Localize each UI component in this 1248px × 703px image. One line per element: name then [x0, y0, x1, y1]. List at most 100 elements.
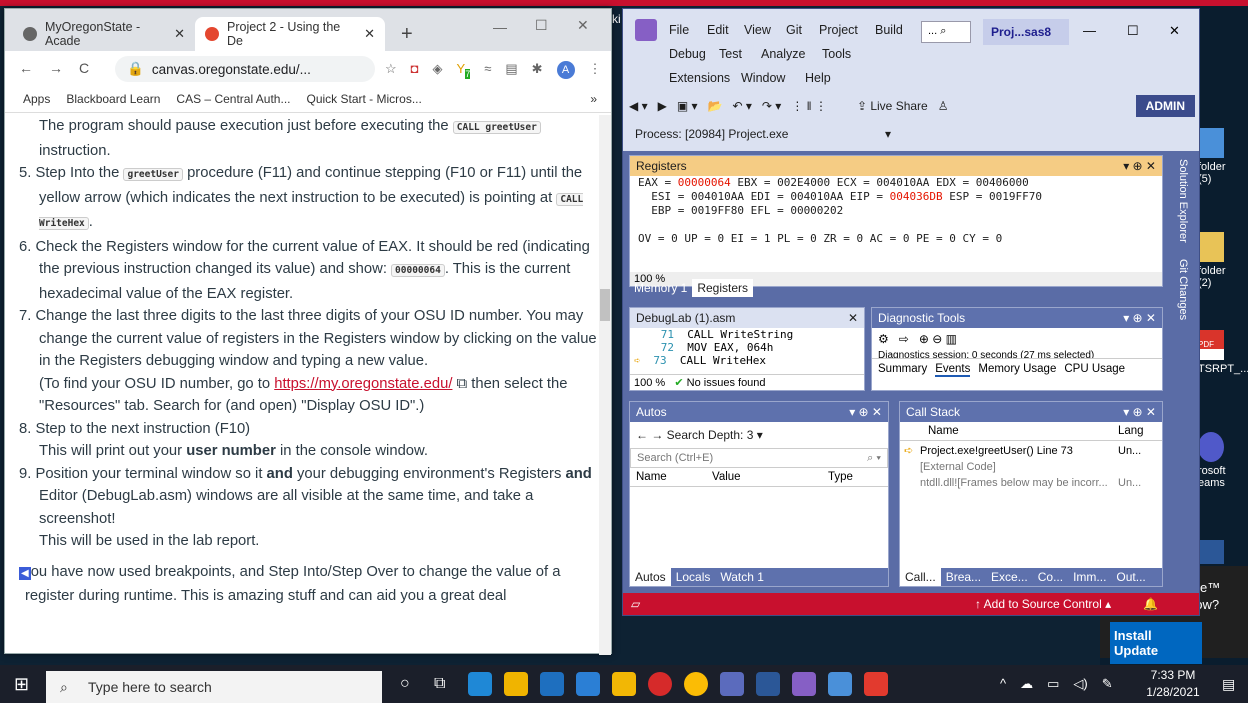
- close-icon[interactable]: ▾ ⊕ ✕: [849, 405, 882, 419]
- extension-icon[interactable]: ◘: [411, 61, 419, 79]
- battery-icon[interactable]: ▭: [1047, 676, 1059, 692]
- menu-help[interactable]: Help: [805, 71, 831, 85]
- osu-link[interactable]: https://my.oregonstate.edu/: [274, 376, 452, 392]
- search-depth[interactable]: ← → Search Depth: 3 ▾: [630, 422, 888, 448]
- save-icon[interactable]: ▣ ▾: [677, 99, 698, 113]
- scrollbar-thumb[interactable]: [600, 289, 610, 321]
- table-row[interactable]: ntdll.dll![Frames below may be incorr...…: [904, 475, 1158, 491]
- windows-start-icon[interactable]: ⊞: [14, 674, 29, 695]
- vs-close-button[interactable]: ✕: [1169, 23, 1180, 39]
- tab-exceptions[interactable]: Exce...: [986, 568, 1033, 586]
- close-icon[interactable]: ✕: [364, 26, 375, 42]
- y-extension-icon[interactable]: Y7: [457, 61, 471, 79]
- page-scrollbar[interactable]: [599, 115, 611, 655]
- tab-output[interactable]: Out...: [1111, 568, 1150, 586]
- tab-summary[interactable]: Summary: [878, 363, 927, 377]
- tab-cpu-usage[interactable]: CPU Usage: [1064, 363, 1125, 377]
- solution-name[interactable]: Proj...sas8: [983, 19, 1069, 45]
- teams-icon[interactable]: [720, 672, 744, 696]
- autos-search-input[interactable]: Search (Ctrl+E) ⌕ ▾: [630, 448, 888, 468]
- minimize-button[interactable]: —: [493, 19, 507, 35]
- forward-icon[interactable]: ▶: [658, 99, 667, 113]
- opera-icon[interactable]: [648, 672, 672, 696]
- tab-watch-1[interactable]: Watch 1: [715, 568, 769, 586]
- vs-minimize-button[interactable]: —: [1083, 23, 1096, 38]
- install-update-button[interactable]: Install Update: [1110, 622, 1202, 664]
- bookmarks-more[interactable]: »: [590, 92, 597, 106]
- cloud-icon[interactable]: ☁: [1020, 676, 1033, 692]
- table-row[interactable]: [External Code]: [904, 459, 1158, 475]
- app-icon-red[interactable]: [864, 672, 888, 696]
- menu-tools[interactable]: Tools: [822, 47, 851, 61]
- search-box[interactable]: ... ⌕: [921, 21, 971, 43]
- tab-breakpoints[interactable]: Brea...: [941, 568, 986, 586]
- output-icon[interactable]: ▱: [631, 597, 640, 611]
- reload-icon[interactable]: C: [79, 60, 89, 76]
- step-icons[interactable]: ⋮ ‖ ⋮: [791, 99, 827, 113]
- close-icon[interactable]: ▾ ⊕ ✕: [1123, 159, 1156, 173]
- tab-registers[interactable]: Registers: [692, 279, 754, 297]
- address-bar[interactable]: 🔒 canvas.oregonstate.edu/...: [115, 56, 375, 82]
- edge-icon[interactable]: [468, 672, 492, 696]
- desktop-pdf-file[interactable]: PDF TSRPT_...: [1198, 330, 1248, 375]
- admin-badge[interactable]: ADMIN: [1135, 95, 1195, 117]
- puzzle-icon[interactable]: ✱: [532, 61, 543, 79]
- word-icon[interactable]: [1198, 540, 1224, 564]
- vs-maximize-button[interactable]: ☐: [1127, 23, 1139, 39]
- tab-events[interactable]: Events: [935, 363, 971, 377]
- code-lines[interactable]: 71 CALL WriteString 72 MOV EAX, 064h ➪ 73…: [630, 328, 864, 367]
- mail-icon[interactable]: [576, 672, 600, 696]
- cortana-icon[interactable]: ○: [400, 675, 422, 693]
- forward-icon[interactable]: →: [49, 60, 63, 76]
- norton-icon[interactable]: [612, 672, 636, 696]
- process-select[interactable]: Process: [20984] Project.exe ▾: [631, 125, 891, 145]
- desktop-folder-5[interactable]: folder (5): [1198, 128, 1242, 185]
- menu-edit[interactable]: Edit: [707, 23, 729, 37]
- notification-center-icon[interactable]: ▤: [1222, 676, 1235, 693]
- menu-git[interactable]: Git: [786, 23, 802, 37]
- close-icon[interactable]: ▾ ⊕ ✕: [1123, 405, 1156, 419]
- menu-debug[interactable]: Debug: [669, 47, 706, 61]
- bookmark-apps[interactable]: Apps: [23, 92, 50, 106]
- menu-view[interactable]: View: [744, 23, 771, 37]
- bookmark-blackboard[interactable]: Blackboard Learn: [66, 92, 160, 106]
- chrome-icon[interactable]: [684, 672, 708, 696]
- taskbar-search[interactable]: ⌕ Type here to search: [46, 671, 382, 703]
- close-icon[interactable]: ▾ ⊕ ✕: [1123, 311, 1156, 325]
- reader-icon[interactable]: ▤: [505, 61, 517, 79]
- clock[interactable]: 7:33 PM 1/28/2021: [1140, 667, 1206, 701]
- tab-project-2[interactable]: Project 2 - Using the De ✕: [195, 17, 385, 51]
- menu-file[interactable]: File: [669, 23, 689, 37]
- desktop-folder-2[interactable]: folder (2): [1198, 232, 1242, 289]
- close-icon[interactable]: ✕: [848, 311, 858, 325]
- speaker-icon[interactable]: ◀: [19, 566, 31, 580]
- profile-avatar[interactable]: A: [556, 61, 575, 79]
- add-to-source-control[interactable]: ↑ Add to Source Control ▴: [975, 597, 1111, 611]
- back-icon[interactable]: ←: [19, 60, 33, 76]
- tab-debuglab[interactable]: DebugLab (1).asm: [636, 311, 735, 325]
- bookmark-quick-start[interactable]: Quick Start - Micros...: [306, 92, 421, 106]
- tab-myoregonstate[interactable]: MyOregonState - Acade ✕: [13, 17, 195, 51]
- menu-analyze[interactable]: Analyze: [761, 47, 805, 61]
- task-view-icon[interactable]: ⧉: [434, 675, 456, 693]
- desktop-teams[interactable]: rosoft eams: [1198, 432, 1242, 489]
- diag-toolbar[interactable]: ⚙ ⇨ ⊕ ⊖ ▥: [872, 328, 1162, 350]
- solution-explorer-tab[interactable]: Solution Explorer: [1177, 159, 1189, 243]
- back-icon[interactable]: ◀ ▾: [629, 99, 648, 113]
- person-icon[interactable]: ♙: [938, 99, 949, 113]
- notifications-icon[interactable]: 🔔: [1143, 597, 1158, 611]
- app-icon[interactable]: [828, 672, 852, 696]
- close-icon[interactable]: ✕: [174, 26, 185, 42]
- tab-command[interactable]: Co...: [1033, 568, 1068, 586]
- maximize-button[interactable]: ☐: [535, 17, 548, 34]
- menu-extensions[interactable]: Extensions: [669, 71, 730, 85]
- menu-project[interactable]: Project: [819, 23, 858, 37]
- undo-icon[interactable]: ↶ ▾: [732, 99, 751, 113]
- file-explorer-icon[interactable]: [504, 672, 528, 696]
- visual-studio-icon[interactable]: [792, 672, 816, 696]
- menu-window[interactable]: Window: [741, 71, 785, 85]
- tab-autos[interactable]: Autos: [630, 568, 671, 586]
- tab-immediate[interactable]: Imm...: [1068, 568, 1111, 586]
- store-icon[interactable]: [540, 672, 564, 696]
- git-changes-tab[interactable]: Git Changes: [1177, 259, 1189, 320]
